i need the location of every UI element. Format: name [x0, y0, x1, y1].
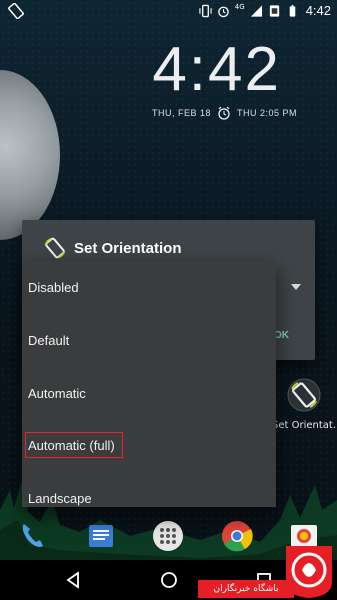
status-time: 4:42	[305, 3, 331, 18]
sim-icon	[269, 4, 279, 17]
menu-item-automatic[interactable]: Automatic	[22, 367, 276, 420]
network-type-label: 4G	[234, 2, 245, 11]
screen-rotation-icon	[8, 3, 24, 19]
menu-item-label: Default	[28, 333, 70, 348]
clock-date: THU, FEB 18	[151, 108, 211, 118]
alarm-clock-icon	[218, 106, 230, 120]
phone-icon[interactable]	[16, 520, 48, 552]
battery-icon	[289, 4, 295, 17]
watermark-text: باشگاه خبرنگاران	[198, 580, 294, 598]
clock-date-row: THU, FEB 18 THU 2:05 PM	[152, 106, 297, 120]
orientation-app-icon	[45, 237, 65, 259]
dropdown-arrow-icon[interactable]	[291, 283, 301, 291]
app-label: Set Orientat…	[272, 420, 336, 431]
watermark-logo	[286, 546, 332, 598]
menu-item-landscape[interactable]: Landscape	[22, 472, 276, 507]
home-clock[interactable]: 4:42	[152, 34, 281, 105]
vibrate-icon	[199, 4, 212, 17]
set-orientation-app-shortcut[interactable]: Set Orientat…	[272, 378, 336, 431]
set-orientation-app-icon	[287, 378, 321, 412]
home-icon[interactable]	[160, 571, 178, 589]
dialog-title: Set Orientation	[74, 240, 182, 257]
menu-item-label: Disabled	[28, 280, 79, 295]
menu-item-default[interactable]: Default	[22, 314, 276, 367]
signal-icon	[250, 4, 262, 17]
app-drawer-icon[interactable]	[152, 520, 184, 552]
messages-icon[interactable]	[85, 520, 117, 552]
watermark: باشگاه خبرنگاران	[198, 536, 337, 600]
orientation-dropdown-menu: Disabled Default Automatic Automatic (fu…	[22, 261, 276, 507]
ok-button[interactable]: OK	[274, 330, 289, 341]
back-icon[interactable]	[64, 571, 82, 589]
menu-item-label: Landscape	[28, 491, 92, 506]
menu-item-disabled[interactable]: Disabled	[22, 261, 276, 314]
alarm-icon	[218, 6, 229, 17]
next-alarm: THU 2:05 PM	[236, 108, 297, 118]
menu-item-label: Automatic	[28, 386, 86, 401]
status-bar: 4G 4:42	[0, 0, 337, 24]
highlight-box	[25, 432, 123, 458]
